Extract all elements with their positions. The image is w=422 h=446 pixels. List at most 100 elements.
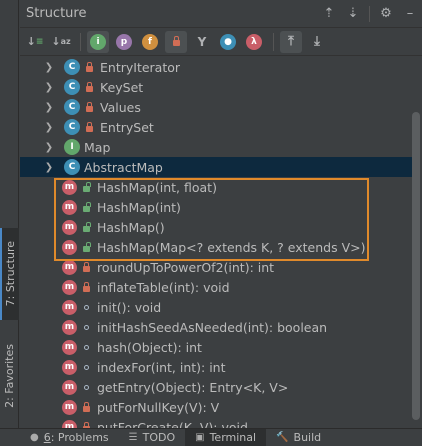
tool-tab-number: 6 [43, 431, 51, 444]
build-icon: 🔨 [276, 432, 289, 443]
bottom-tool-strip: ● 6: Problems ☰ TODO ▣ Terminal 🔨 Build [0, 428, 422, 446]
tree-item-label: EntrySet [100, 119, 154, 135]
tree-class-row[interactable]: ❯ C EntryIterator [20, 57, 412, 77]
tree-class-row[interactable]: ❯ C EntrySet [20, 117, 412, 137]
tree-item-label: HashMap(int) [97, 199, 181, 215]
method-icon: m [62, 359, 77, 375]
chevron-right-icon[interactable]: ❯ [42, 102, 56, 113]
tool-tab-label: TODO [142, 431, 176, 444]
tree-item-label: putForNullKey(V): V [97, 399, 220, 415]
private-lock-icon [81, 401, 91, 412]
sort-alpha-icon[interactable]: ↓ az [50, 31, 72, 53]
tree-item-label: Map [84, 139, 111, 155]
method-icon: m [62, 419, 77, 428]
tree-method-row[interactable]: m HashMap(Map<? extends K, ? extends V>) [20, 237, 412, 257]
show-inherited-icon[interactable]: i [87, 30, 109, 53]
tree-item-label: indexFor(int, int): int [97, 359, 226, 375]
tool-tab-label: : Problems [50, 431, 109, 444]
method-icon: m [62, 379, 77, 395]
private-lock-icon [84, 81, 94, 92]
tool-tab-todo[interactable]: ☰ TODO [119, 429, 185, 446]
show-objects-icon[interactable]: ● [217, 31, 239, 53]
tool-tab-terminal[interactable]: ▣ Terminal [185, 428, 267, 446]
tree-item-label: KeySet [100, 79, 144, 95]
tree-item-label: HashMap(int, float) [97, 179, 217, 195]
expand-all-icon[interactable]: ⇡ [317, 3, 341, 25]
tree-class-row[interactable]: ❯ C KeySet [20, 77, 412, 97]
tree-item-label: getEntry(Object): Entry<K, V> [97, 379, 289, 395]
gear-icon[interactable]: ⚙ [374, 3, 398, 25]
tree-method-row[interactable]: m hash(Object): int [20, 337, 412, 357]
chevron-right-icon[interactable]: ❯ [42, 62, 56, 73]
chevron-right-icon[interactable]: ❯ [42, 162, 56, 173]
tree-item-label: HashMap() [97, 219, 165, 235]
tree-item-label: putForCreate(K, V): void [97, 419, 248, 429]
class-icon: C [64, 119, 80, 135]
tree-method-row[interactable]: m getEntry(Object): Entry<K, V> [20, 377, 412, 397]
favorites-tool-tab[interactable]: 2: Favorites [0, 330, 19, 422]
private-lock-icon [81, 281, 91, 292]
tree-method-row[interactable]: m inflateTable(int): void [20, 277, 412, 297]
package-visibility-icon [81, 304, 91, 310]
method-icon: m [62, 399, 77, 415]
autoscroll-to-source-icon[interactable]: ⤒ [280, 30, 302, 53]
toolbar-divider-2 [273, 32, 274, 51]
tool-tab-problems[interactable]: ● 6: Problems [0, 429, 119, 446]
tree-method-row[interactable]: m initHashSeedAsNeeded(int): boolean [20, 317, 412, 337]
method-icon: m [62, 219, 77, 235]
structure-tree[interactable]: ❯ C EntryIterator ❯ C KeySet ❯ C Values ❯ C EntrySe… [20, 57, 412, 428]
show-non-public-icon[interactable] [165, 30, 187, 53]
structure-tool-tab[interactable]: 7: Structure [0, 228, 19, 320]
tree-method-row[interactable]: m roundUpToPowerOf2(int): int [20, 257, 412, 277]
tree-item-label: HashMap(Map<? extends K, ? extends V>) [97, 239, 366, 255]
panel-title: Structure [26, 6, 87, 21]
sort-visibility-icon[interactable]: ↓ ≡ [24, 31, 46, 53]
package-visibility-icon [81, 364, 91, 370]
tree-item-label: hash(Object): int [97, 339, 202, 355]
tree-class-row[interactable]: ❯ C AbstractMap [20, 157, 412, 177]
tree-class-row[interactable]: ❯ C Values [20, 97, 412, 117]
header-divider [369, 5, 370, 22]
tree-method-row[interactable]: m HashMap() [20, 217, 412, 237]
collapse-all-icon[interactable]: ⇣ [341, 3, 365, 25]
class-icon: C [64, 159, 80, 175]
left-tool-strip: 7: Structure 2: Favorites [0, 0, 19, 428]
tree-method-row[interactable]: m HashMap(int) [20, 197, 412, 217]
tool-tab-label: Build [293, 431, 322, 444]
tree-method-row[interactable]: m HashMap(int, float) [20, 177, 412, 197]
show-properties-icon[interactable]: p [113, 31, 135, 53]
show-fields-icon[interactable]: f [139, 31, 161, 53]
package-visibility-icon [81, 344, 91, 350]
tool-tab-build[interactable]: 🔨 Build [266, 429, 331, 446]
problems-icon: ● [30, 432, 39, 443]
show-anonymous-icon[interactable]: Y [191, 31, 213, 53]
tree-method-row[interactable]: m putForCreate(K, V): void [20, 417, 412, 428]
structure-tab-label: 7: Structure [4, 241, 17, 307]
chevron-right-icon[interactable]: ❯ [42, 82, 56, 93]
class-icon: C [64, 99, 80, 115]
public-unlock-icon [81, 201, 91, 212]
tree-class-row[interactable]: ❯ I Map [20, 137, 412, 157]
interface-icon: I [64, 139, 80, 155]
tree-method-row[interactable]: m init(): void [20, 297, 412, 317]
structure-panel: Structure ⇡ ⇣ ⚙ – ↓ ≡ ↓ az i p f Y ● λ ⤒ ⤓… [20, 0, 422, 428]
tree-method-row[interactable]: m putForNullKey(V): V [20, 397, 412, 417]
chevron-right-icon[interactable]: ❯ [42, 142, 56, 153]
structure-toolbar: ↓ ≡ ↓ az i p f Y ● λ ⤒ ⤓ [20, 28, 422, 56]
favorites-tab-label: 2: Favorites [3, 344, 16, 408]
package-visibility-icon [81, 384, 91, 390]
panel-header: Structure ⇡ ⇣ ⚙ – [20, 0, 422, 28]
hide-icon[interactable]: – [398, 3, 422, 25]
method-icon: m [62, 319, 77, 335]
method-icon: m [62, 299, 77, 315]
terminal-icon: ▣ [195, 432, 205, 443]
tree-scrollbar[interactable] [412, 112, 420, 420]
method-icon: m [62, 179, 77, 195]
tree-method-row[interactable]: m indexFor(int, int): int [20, 357, 412, 377]
tree-item-label: roundUpToPowerOf2(int): int [97, 259, 275, 275]
show-lambdas-icon[interactable]: λ [243, 31, 265, 53]
method-icon: m [62, 339, 77, 355]
chevron-right-icon[interactable]: ❯ [42, 122, 56, 133]
method-icon: m [62, 239, 77, 255]
autoscroll-from-source-icon[interactable]: ⤓ [306, 31, 328, 53]
